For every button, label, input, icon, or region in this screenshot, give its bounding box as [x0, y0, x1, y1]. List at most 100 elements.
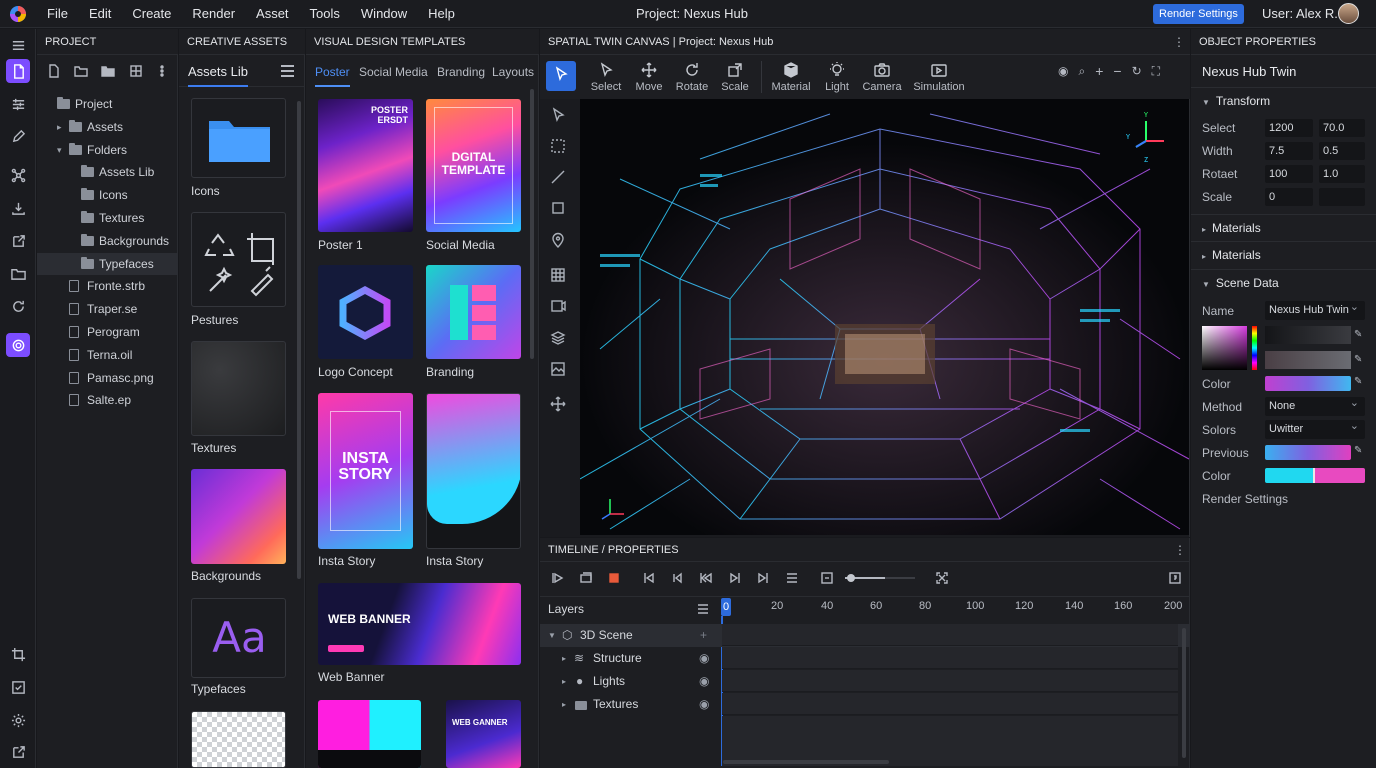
scale-tool-button[interactable]: Scale: [718, 57, 752, 93]
tree-item[interactable]: Perogram: [37, 321, 178, 343]
play-icon[interactable]: [728, 571, 742, 585]
tree-item[interactable]: Project: [37, 93, 178, 115]
asset-card-textures[interactable]: [191, 341, 286, 436]
reset-view-icon[interactable]: ↻: [1132, 64, 1142, 78]
zoom-slider[interactable]: [845, 574, 915, 582]
render-settings-link[interactable]: Render Settings: [1202, 492, 1288, 506]
solors-select[interactable]: Uwitter: [1265, 417, 1365, 439]
user-label[interactable]: User: Alex R.: [1262, 0, 1338, 28]
caret-icon[interactable]: ▸: [57, 116, 62, 138]
sliders-icon[interactable]: [6, 92, 30, 116]
frame-icon[interactable]: [550, 200, 570, 220]
transform-field-b[interactable]: 1.0: [1319, 165, 1365, 183]
settings-gear-icon[interactable]: [6, 333, 30, 357]
move-tool-button[interactable]: Move: [631, 57, 667, 93]
keyframe-icon[interactable]: [820, 571, 834, 585]
horizontal-scrollbar[interactable]: [723, 760, 889, 764]
transform-section[interactable]: ▼ Transform: [1202, 94, 1270, 108]
eyedropper-icon[interactable]: ✎: [1354, 329, 1362, 340]
tree-item[interactable]: Terna.oil: [37, 344, 178, 366]
caret-icon[interactable]: ▾: [57, 139, 62, 161]
list-icon[interactable]: [785, 571, 799, 585]
material-tool-button[interactable]: Material: [769, 57, 813, 93]
pointer-tool-button[interactable]: [546, 61, 576, 91]
pencil-icon[interactable]: [6, 124, 30, 148]
export-icon[interactable]: [6, 229, 30, 253]
eye-icon[interactable]: ◉: [1058, 64, 1068, 78]
help-icon[interactable]: [1168, 571, 1182, 585]
layer-row[interactable]: ▸ Textures ◉: [540, 693, 1190, 716]
step-back-icon[interactable]: [670, 571, 684, 585]
transform-field-a[interactable]: 1200: [1265, 119, 1313, 137]
color-gradient-field[interactable]: [1265, 326, 1351, 344]
eyedropper-icon[interactable]: ✎: [1354, 354, 1362, 365]
record-loop-icon[interactable]: [579, 571, 593, 585]
tree-item[interactable]: Backgrounds: [37, 230, 178, 252]
menu-item-asset[interactable]: Asset: [256, 0, 289, 28]
eyedropper-icon[interactable]: ✎: [1354, 445, 1362, 456]
menu-item-create[interactable]: Create: [132, 0, 171, 28]
tree-item[interactable]: ▾ Folders: [37, 139, 178, 161]
tab-social-media[interactable]: Social Media: [359, 57, 428, 87]
new-folder-icon[interactable]: [74, 64, 88, 78]
tree-item[interactable]: Typefaces: [37, 252, 178, 275]
play-range-icon[interactable]: [551, 571, 565, 585]
transform-field-a[interactable]: 100: [1265, 165, 1313, 183]
materials-section-2[interactable]: ▸ Materials: [1202, 248, 1261, 262]
zoom-icon[interactable]: ⌕: [1078, 64, 1085, 79]
file-icon[interactable]: [6, 59, 30, 83]
tree-item[interactable]: Fronte.strb: [37, 275, 178, 297]
menu-item-render[interactable]: Render: [192, 0, 235, 28]
menu-item-help[interactable]: Help: [428, 0, 455, 28]
asset-card-typefaces[interactable]: Aa: [191, 598, 286, 678]
layer-list-icon[interactable]: [696, 602, 710, 616]
grid-icon[interactable]: [129, 64, 143, 78]
rotate-tool-button[interactable]: Rotate: [673, 57, 711, 93]
move-icon[interactable]: [550, 396, 570, 416]
video-frame-icon[interactable]: [550, 298, 570, 318]
template-card-color-block[interactable]: [318, 700, 421, 768]
tree-item[interactable]: ▸ Assets: [37, 116, 178, 138]
zoom-in-icon[interactable]: +: [1095, 63, 1103, 79]
tree-item[interactable]: Traper.se: [37, 298, 178, 320]
stop-icon[interactable]: [607, 571, 621, 585]
eye-icon[interactable]: ◉: [699, 647, 709, 670]
vertical-scrollbar[interactable]: [1182, 628, 1186, 758]
tab-layouts[interactable]: Layouts: [492, 57, 534, 87]
simulation-tool-button[interactable]: Simulation: [912, 57, 966, 93]
scrollbar[interactable]: [530, 89, 534, 359]
template-card-insta-story[interactable]: INSTA STORY: [318, 393, 413, 549]
cursor-icon[interactable]: [550, 107, 570, 127]
hue-slider[interactable]: [1252, 326, 1257, 370]
more-icon[interactable]: [155, 64, 169, 78]
color-swatch-2[interactable]: [1265, 468, 1365, 483]
download-icon[interactable]: [6, 196, 30, 220]
3d-viewport[interactable]: Y Y Z: [580, 99, 1189, 535]
tab-branding[interactable]: Branding: [437, 57, 485, 87]
previous-swatch[interactable]: [1265, 445, 1351, 460]
image-icon[interactable]: [550, 361, 570, 381]
method-select[interactable]: None: [1265, 394, 1365, 416]
template-card-social-media[interactable]: DGITAL TEMPLATE: [426, 99, 521, 232]
zoom-out-icon[interactable]: −: [1113, 63, 1121, 79]
scrollbar[interactable]: [297, 101, 301, 579]
folder-open-icon[interactable]: [6, 261, 30, 285]
transform-field-b[interactable]: 0.5: [1319, 142, 1365, 160]
menu-item-window[interactable]: Window: [361, 0, 407, 28]
tree-item[interactable]: Textures: [37, 207, 178, 229]
hamburger-icon[interactable]: [6, 33, 30, 57]
gear-icon[interactable]: [6, 708, 30, 732]
template-card-web-banner[interactable]: WEB BANNER: [318, 583, 521, 665]
render-settings-button[interactable]: Render Settings: [1153, 4, 1244, 24]
template-card-poster[interactable]: POSTER ERSDT: [318, 99, 413, 232]
eye-icon[interactable]: ◉: [699, 693, 709, 716]
light-tool-button[interactable]: Light: [821, 57, 853, 93]
layer-row[interactable]: ▼ ⬡ 3D Scene +: [540, 624, 1190, 647]
transform-field-b[interactable]: 70.0: [1319, 119, 1365, 137]
list-menu-icon[interactable]: [281, 65, 294, 77]
line-tool-icon[interactable]: [550, 169, 570, 189]
template-card-web-ganner[interactable]: WEB GANNER: [446, 700, 521, 768]
fullscreen-icon[interactable]: ⛶: [1152, 64, 1160, 79]
template-card-logo-concept[interactable]: [318, 265, 413, 359]
asset-card-backgrounds[interactable]: [191, 469, 286, 564]
